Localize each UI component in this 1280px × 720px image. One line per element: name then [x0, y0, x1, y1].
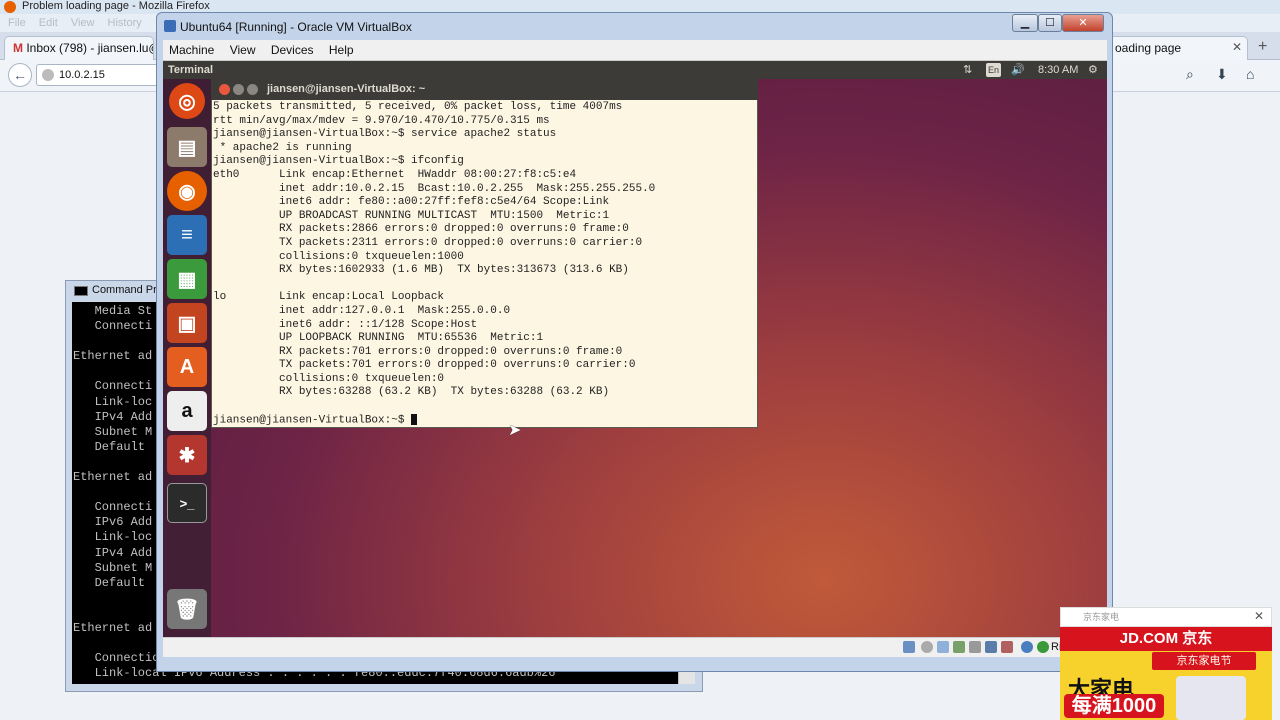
- back-arrow-icon[interactable]: ←: [8, 63, 32, 87]
- output-line: RX packets:701 errors:0 dropped:0 overru…: [213, 345, 623, 358]
- menu-help[interactable]: Help: [329, 43, 354, 57]
- download-icon[interactable]: ⬇: [1216, 66, 1228, 83]
- mouse-cursor-icon: ➤: [508, 422, 522, 439]
- output-line: * apache2 is running: [213, 141, 352, 154]
- output-line: jiansen@jiansen-VirtualBox:~$: [213, 413, 756, 427]
- ubuntu-top-panel: Terminal ⇅ En 🔊 8:30 AM ⚙: [163, 61, 1107, 79]
- terminal-titlebar: jiansen@jiansen-VirtualBox: ~: [211, 79, 758, 100]
- hdd-icon[interactable]: [903, 641, 915, 653]
- menu-view[interactable]: View: [230, 43, 256, 57]
- output-line: collisions:0 txqueuelen:1000: [213, 250, 471, 263]
- firefox-tab-inbox[interactable]: M Inbox (798) - jiansen.lu@g: [4, 36, 154, 60]
- close-button[interactable]: ✕: [1062, 14, 1104, 32]
- output-line: jiansen@jiansen-VirtualBox:~$ service ap…: [213, 128, 557, 141]
- ad-close-icon[interactable]: ✕: [1254, 609, 1264, 623]
- firefox-launcher-icon[interactable]: ◉: [167, 171, 207, 211]
- libreoffice-impress-icon[interactable]: ▣: [167, 303, 207, 343]
- ubuntu-dash-icon[interactable]: ◎: [169, 83, 205, 119]
- output-line: inet6 addr: ::1/128 Scope:Host: [213, 318, 478, 331]
- output-line: jiansen@jiansen-VirtualBox:~$ ifconfig: [213, 155, 464, 168]
- output-line: RX bytes:63288 (63.2 KB) TX bytes:63288 …: [213, 386, 610, 399]
- firefox-tab-problem[interactable]: oading page: [1106, 36, 1248, 60]
- window-controls: ▁ ☐ ✕: [1012, 14, 1104, 33]
- url-bar[interactable]: 10.0.2.15: [36, 64, 166, 86]
- output-line: UP LOOPBACK RUNNING MTU:65536 Metric:1: [213, 332, 544, 345]
- output-line: eth0 Link encap:Ethernet HWaddr 08:00:27…: [213, 168, 590, 181]
- display-icon[interactable]: [985, 641, 997, 653]
- text-cursor: [411, 413, 418, 425]
- output-line: inet6 addr: fe80::a00:27ff:fef8:c5e4/64 …: [213, 196, 610, 209]
- firefox-menu-view[interactable]: View: [71, 17, 95, 29]
- system-settings-icon[interactable]: ✱: [167, 435, 207, 475]
- firefox-menu-history[interactable]: History: [108, 17, 142, 29]
- virtualbox-statusbar: Ri: [163, 637, 1107, 657]
- menu-machine[interactable]: Machine: [169, 43, 214, 57]
- jd-promo-badge: 京东家电节: [1152, 652, 1256, 670]
- virtualbox-menubar: Machine View Devices Help: [163, 40, 1107, 61]
- firefox-tab-label: Inbox (798) - jiansen.lu@g: [26, 41, 154, 55]
- gmail-icon: M: [13, 41, 23, 55]
- volume-icon[interactable]: 🔊: [1011, 61, 1025, 79]
- amazon-icon[interactable]: a: [167, 391, 207, 431]
- terminal-close-icon[interactable]: [219, 84, 230, 95]
- capture-icon[interactable]: [1001, 641, 1013, 653]
- output-line: TX packets:2311 errors:0 dropped:0 overr…: [213, 236, 643, 249]
- software-center-icon[interactable]: A: [167, 347, 207, 387]
- active-app-name: Terminal: [168, 64, 214, 76]
- network-icon[interactable]: [953, 641, 965, 653]
- output-line: lo Link encap:Local Loopback: [213, 291, 458, 304]
- cmd-window-title: Command Pr: [92, 284, 157, 296]
- ad-promo-text: 每满1000: [1064, 694, 1164, 718]
- output-line: collisions:0 txqueuelen:0: [213, 372, 451, 385]
- cmd-icon: [74, 286, 88, 296]
- terminal-minimize-icon[interactable]: [233, 84, 244, 95]
- settings-gear-icon[interactable]: ⚙: [1088, 61, 1098, 79]
- new-tab-icon[interactable]: +: [1258, 38, 1267, 56]
- libreoffice-writer-icon[interactable]: ≡: [167, 215, 207, 255]
- usb-icon[interactable]: [937, 641, 949, 653]
- keyboard-layout-indicator[interactable]: En: [986, 63, 1002, 77]
- url-text: 10.0.2.15: [59, 69, 105, 81]
- close-tab-icon[interactable]: ✕: [1232, 40, 1242, 54]
- output-line: 5 packets transmitted, 5 received, 0% pa…: [213, 101, 623, 113]
- firefox-menu-file[interactable]: File: [8, 17, 26, 29]
- output-line: TX packets:701 errors:0 dropped:0 overru…: [213, 359, 636, 372]
- output-line: RX packets:2866 errors:0 dropped:0 overr…: [213, 223, 629, 236]
- menu-devices[interactable]: Devices: [271, 43, 314, 57]
- terminal-maximize-icon[interactable]: [247, 84, 258, 95]
- minimize-button[interactable]: ▁: [1012, 14, 1038, 32]
- libreoffice-calc-icon[interactable]: ▦: [167, 259, 207, 299]
- maximize-button[interactable]: ☐: [1038, 14, 1062, 32]
- output-line: RX bytes:1602933 (1.6 MB) TX bytes:31367…: [213, 264, 629, 277]
- output-line: inet addr:10.0.2.15 Bcast:10.0.2.255 Mas…: [213, 182, 656, 195]
- home-icon[interactable]: ⌂: [1246, 66, 1254, 82]
- trash-icon[interactable]: 🗑: [167, 589, 207, 629]
- mouse-integration-icon[interactable]: [1037, 641, 1049, 653]
- ad-header: 京东家电: [1060, 607, 1272, 627]
- optical-icon[interactable]: [921, 641, 933, 653]
- terminal-output[interactable]: 5 packets transmitted, 5 received, 0% pa…: [213, 101, 756, 427]
- shared-folder-icon[interactable]: [969, 641, 981, 653]
- firefox-menu-edit[interactable]: Edit: [39, 17, 58, 29]
- search-icon[interactable]: ⌕: [1186, 66, 1194, 83]
- unity-launcher: ◎ ▤ ◉ ≡ ▦ ▣ A a ✱ >_ 🗑: [163, 79, 211, 637]
- globe-icon: [42, 69, 54, 81]
- jd-brand-banner: JD.COM 京东: [1060, 627, 1272, 651]
- firefox-icon: [4, 1, 16, 13]
- clock[interactable]: 8:30 AM: [1038, 61, 1078, 79]
- terminal-icon[interactable]: >_: [167, 483, 207, 523]
- guest-additions-icon[interactable]: [1021, 641, 1033, 653]
- firefox-tab-label: oading page: [1115, 41, 1182, 55]
- output-line: UP BROADCAST RUNNING MULTICAST MTU:1500 …: [213, 209, 610, 222]
- appliance-image: [1176, 676, 1246, 720]
- files-icon[interactable]: ▤: [167, 127, 207, 167]
- virtualbox-window-title: Ubuntu64 [Running] - Oracle VM VirtualBo…: [180, 20, 412, 34]
- sort-arrows-icon[interactable]: ⇅: [963, 61, 972, 79]
- terminal-title: jiansen@jiansen-VirtualBox: ~: [267, 83, 426, 95]
- virtualbox-icon: [164, 20, 176, 32]
- output-line: inet addr:127.0.0.1 Mask:255.0.0.0: [213, 304, 511, 317]
- output-line: rtt min/avg/max/mdev = 9.970/10.470/10.7…: [213, 114, 550, 127]
